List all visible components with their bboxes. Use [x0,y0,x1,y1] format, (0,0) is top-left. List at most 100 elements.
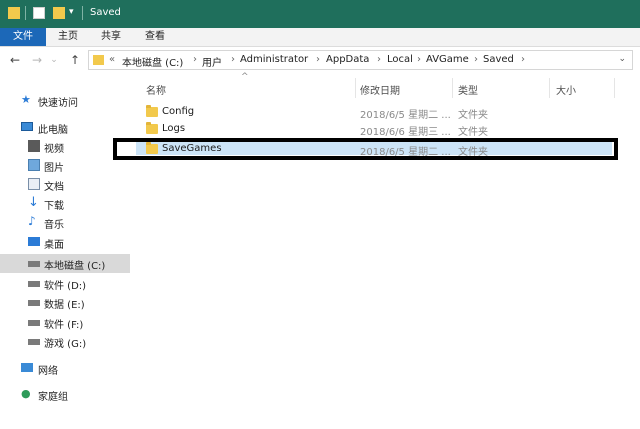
folder-icon [146,105,158,117]
sidebar-item-label: 本地磁盘 (C:) [44,261,106,272]
sidebar-item-label: 音乐 [44,220,64,231]
sidebar-item-label: 视频 [44,144,64,155]
sidebar-item-local-disk-c[interactable]: 本地磁盘 (C:) [0,254,130,273]
file-type: 文件夹 [458,127,488,138]
navigation-pane: ★ 快速访问 此电脑 视频 图片 文档 ↓ 下载 ♪ 音乐 桌面 本地磁盘 (C… [0,74,130,429]
address-overflow-icon[interactable]: « [109,54,115,65]
file-row-config[interactable]: Config 2018/6/5 星期二 ... 文件夹 [136,104,620,121]
crumb-appdata[interactable]: AppData [326,54,369,65]
picture-icon [28,159,40,171]
sidebar-item-videos[interactable]: 视频 [0,137,130,156]
star-icon: ★ [21,93,31,106]
drive-icon [28,281,40,287]
document-icon [28,178,40,190]
tab-view[interactable]: 查看 [145,28,165,46]
video-icon [28,140,40,152]
crumb-users[interactable]: 用户 [202,54,222,69]
sidebar-item-label: 网络 [38,366,58,377]
ribbon-tabs: 文件 主页 共享 查看 [0,28,640,47]
sidebar-item-label: 软件 (F:) [44,320,84,331]
file-date: 2018/6/6 星期三 ... [360,127,451,138]
sidebar-item-label: 游戏 (G:) [44,339,87,350]
drive-icon [28,339,40,345]
sidebar-item-this-pc[interactable]: 此电脑 [0,118,130,137]
sidebar-item-label: 图片 [44,163,64,174]
sidebar-item-label: 桌面 [44,240,64,251]
sidebar-item-drive-e[interactable]: 数据 (E:) [0,293,130,312]
file-date: 2018/6/5 星期二 ... [360,110,451,121]
crumb-local[interactable]: Local [387,54,413,65]
column-header-date[interactable]: 修改日期 [360,82,400,97]
sidebar-item-homegroup[interactable]: ● 家庭组 [0,385,130,404]
file-name: Logs [162,123,186,134]
sidebar-item-desktop[interactable]: 桌面 [0,233,130,252]
crumb-separator-icon[interactable]: › [521,54,525,65]
title-bar: ▾ Saved [0,0,640,28]
address-folder-icon [93,55,104,65]
back-arrow-icon[interactable]: ← [8,51,22,69]
properties-icon[interactable] [33,7,45,19]
drive-icon [28,261,40,267]
sidebar-item-label: 家庭组 [38,392,68,403]
music-icon: ♪ [28,214,36,228]
sidebar-item-label: 数据 (E:) [44,300,85,311]
crumb-avgame[interactable]: AVGame [426,54,469,65]
column-divider[interactable] [452,78,453,98]
desktop-icon [28,237,40,246]
sidebar-item-label: 软件 (D:) [44,281,87,292]
sidebar-item-drive-d[interactable]: 软件 (D:) [0,274,130,293]
sidebar-item-drive-g[interactable]: 游戏 (G:) [0,332,130,351]
folder-icon [146,122,158,134]
crumb-separator-icon[interactable]: › [474,54,478,65]
crumb-administrator[interactable]: Administrator [240,54,308,65]
crumb-separator-icon[interactable]: › [377,54,381,65]
sidebar-item-music[interactable]: ♪ 音乐 [0,213,130,232]
sidebar-item-label: 此电脑 [38,125,68,136]
sidebar-item-network[interactable]: 网络 [0,359,130,378]
sidebar-item-label: 快速访问 [38,98,78,109]
sidebar-item-drive-f[interactable]: 软件 (F:) [0,313,130,332]
drive-icon [28,300,40,306]
forward-arrow-icon[interactable]: → [30,51,44,69]
sidebar-item-label: 文档 [44,182,64,193]
column-header-size[interactable]: 大小 [556,82,576,97]
address-bar[interactable]: « 本地磁盘 (C:) › 用户 › Administrator › AppDa… [88,50,633,70]
annotation-highlight-box [113,138,618,160]
column-header-name[interactable]: 名称 [146,82,166,97]
file-row-logs[interactable]: Logs 2018/6/6 星期三 ... 文件夹 [136,121,620,138]
crumb-separator-icon[interactable]: › [417,54,421,65]
file-name: Config [162,106,195,117]
column-header-row: 名称 修改日期 类型 大小 [136,78,640,98]
download-icon: ↓ [28,195,39,210]
crumb-saved[interactable]: Saved [483,54,514,65]
up-arrow-icon[interactable]: ↑ [68,51,82,69]
tab-file[interactable]: 文件 [0,28,46,46]
tab-home[interactable]: 主页 [58,28,78,46]
computer-icon [21,122,33,131]
folder-icon [8,7,20,19]
address-dropdown-icon[interactable]: ⌄ [618,54,626,64]
column-divider[interactable] [549,78,550,98]
crumb-separator-icon[interactable]: › [231,54,235,65]
sidebar-item-documents[interactable]: 文档 [0,175,130,194]
column-divider[interactable] [614,78,615,98]
sidebar-item-downloads[interactable]: ↓ 下载 [0,194,130,213]
network-icon [21,363,33,372]
column-divider[interactable] [355,78,356,98]
new-folder-icon[interactable] [53,7,65,19]
homegroup-icon: ● [21,387,31,400]
drive-icon [28,320,40,326]
quick-access-dropdown-icon[interactable]: ▾ [69,7,74,17]
crumb-separator-icon[interactable]: › [316,54,320,65]
tab-share[interactable]: 共享 [101,28,121,46]
recent-locations-icon[interactable]: ⌄ [47,51,61,69]
window-title: Saved [90,7,121,18]
sidebar-item-quick-access[interactable]: ★ 快速访问 [0,91,130,110]
sidebar-item-label: 下载 [44,201,64,212]
crumb-separator-icon[interactable]: › [193,54,197,65]
column-header-type[interactable]: 类型 [458,82,478,97]
file-type: 文件夹 [458,110,488,121]
crumb-local-disk-c[interactable]: 本地磁盘 (C:) [122,54,183,69]
navigation-bar: ← → ⌄ ↑ « 本地磁盘 (C:) › 用户 › Administrator… [0,48,640,74]
sidebar-item-pictures[interactable]: 图片 [0,156,130,175]
